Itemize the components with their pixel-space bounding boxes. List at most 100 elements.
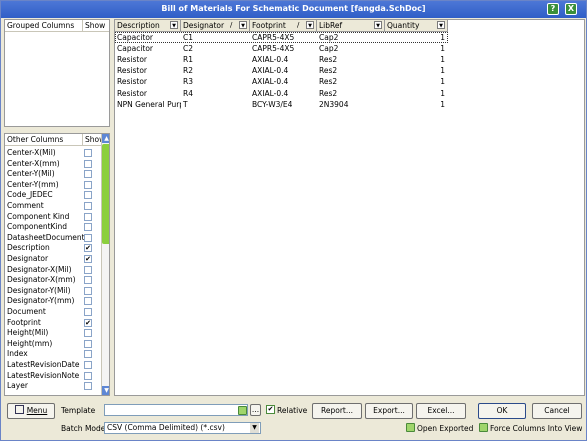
show-checkbox[interactable] (84, 329, 92, 338)
cell-footprint: AXIAL-0.4 (252, 88, 289, 98)
table-row[interactable]: Resistor R4 AXIAL-0.4 Res2 1 (115, 88, 448, 99)
show-checkbox[interactable] (84, 382, 92, 391)
column-item[interactable]: LatestRevisionDate (7, 360, 95, 370)
show-checkbox[interactable] (84, 297, 92, 306)
filter-dropdown-icon[interactable]: ▼ (170, 21, 178, 29)
column-item[interactable]: Center-X(Mil) (7, 148, 95, 158)
show-checkbox[interactable] (84, 233, 92, 242)
template-input[interactable] (104, 404, 248, 416)
column-header-quantity[interactable]: Quantity ▼ (385, 20, 448, 31)
column-item[interactable]: Height(mm) (7, 339, 95, 349)
show-checkbox[interactable] (84, 286, 92, 295)
ok-button[interactable]: OK (478, 403, 526, 419)
table-row[interactable]: Capacitor C2 CAPR5-4X5 Cap2 1 (115, 43, 448, 54)
table-row[interactable]: Resistor R1 AXIAL-0.4 Res2 1 (115, 54, 448, 65)
show-checkbox[interactable] (84, 308, 92, 316)
column-item[interactable]: ComponentKind (7, 222, 95, 232)
table-row[interactable]: Resistor R2 AXIAL-0.4 Res2 1 (115, 65, 448, 76)
header-divider (82, 20, 83, 31)
show-checkbox[interactable] (84, 149, 92, 157)
column-item[interactable]: DatasheetDocument (7, 233, 95, 243)
browse-button[interactable]: ... (250, 404, 261, 416)
column-header-designator[interactable]: Designator / ▼ (181, 20, 250, 31)
excel-button[interactable]: Excel... (416, 403, 466, 419)
column-item[interactable]: Designator-Y(mm) (7, 296, 95, 306)
show-checkbox[interactable] (84, 223, 92, 232)
column-item-label: Height(mm) (7, 338, 53, 348)
table-row[interactable]: Capacitor C1 CAPR5-4X5 Cap2 1 (115, 32, 448, 43)
scroll-up-arrow[interactable]: ▲ (102, 134, 109, 143)
column-item[interactable]: LatestRevisionNote (7, 371, 95, 381)
column-item[interactable]: Layer (7, 381, 95, 391)
show-checkbox[interactable] (84, 191, 92, 200)
cell-description: Resistor (117, 66, 147, 76)
column-item-label: Center-X(Mil) (7, 148, 56, 157)
help-button[interactable]: ? (547, 3, 559, 15)
table-row[interactable]: Resistor R3 AXIAL-0.4 Res2 1 (115, 76, 448, 87)
show-checkbox[interactable]: ✔ (84, 244, 92, 253)
show-checkbox[interactable] (84, 202, 92, 210)
column-item-label: DatasheetDocument (7, 232, 85, 242)
show-checkbox[interactable] (84, 339, 92, 348)
force-columns-checkbox[interactable] (479, 423, 488, 432)
filter-dropdown-icon[interactable]: ▼ (374, 21, 382, 29)
column-item[interactable]: Index (7, 349, 95, 359)
grouped-columns-panel[interactable]: Grouped Columns Show (4, 19, 110, 127)
column-item[interactable]: Center-X(mm) (7, 159, 95, 169)
show-checkbox[interactable] (84, 212, 92, 221)
export-button[interactable]: Export... (365, 403, 413, 419)
close-button[interactable]: X (565, 3, 577, 15)
column-item[interactable]: Component Kind (7, 212, 95, 222)
filter-dropdown-icon[interactable]: ▼ (306, 21, 314, 29)
report-button[interactable]: Report... (312, 403, 362, 419)
column-item[interactable]: Designator-X(Mil) (7, 265, 95, 275)
show-checkbox[interactable] (84, 361, 92, 369)
column-item[interactable]: Center-Y(Mil) (7, 169, 95, 179)
cell-footprint: AXIAL-0.4 (252, 55, 289, 65)
title-bar: Bill of Materials For Schematic Document… (1, 1, 586, 18)
filter-dropdown-icon[interactable]: ▼ (437, 21, 445, 29)
show-checkbox[interactable] (84, 159, 92, 168)
column-item[interactable]: Center-Y(mm) (7, 180, 95, 190)
show-checkbox[interactable] (84, 180, 92, 189)
column-item[interactable]: Document (7, 307, 95, 317)
show-checkbox[interactable] (84, 265, 92, 274)
chevron-down-icon[interactable]: ▼ (250, 423, 259, 433)
other-columns-title: Other Columns (7, 135, 64, 144)
scroll-down-arrow[interactable]: ▼ (102, 386, 109, 395)
cell-designator: R3 (183, 77, 193, 87)
column-item[interactable]: Designator-X(mm) (7, 275, 95, 285)
show-checkbox[interactable]: ✔ (84, 318, 92, 327)
other-columns-scrollbar[interactable]: ▲ ▼ (101, 134, 109, 395)
cell-quantity: 1 (440, 99, 445, 109)
column-item[interactable]: Footprint ✔ (7, 318, 95, 328)
column-item[interactable]: Designator ✔ (7, 254, 95, 264)
column-item[interactable]: Description ✔ (7, 243, 95, 253)
column-header-footprint[interactable]: Footprint / ▼ (250, 20, 317, 31)
column-item-label: Designator-Y(Mil) (7, 285, 71, 295)
cancel-button[interactable]: Cancel (532, 403, 582, 419)
column-header-description[interactable]: Description ▼ (115, 20, 181, 31)
column-item-label: Code_JEDEC (7, 190, 53, 200)
column-item[interactable]: Code_JEDEC (7, 190, 95, 200)
scroll-thumb[interactable] (102, 144, 109, 244)
column-item[interactable]: Height(Mil) (7, 328, 95, 338)
menu-button[interactable]: Menu (7, 403, 55, 419)
column-item[interactable]: Comment (7, 201, 95, 211)
sort-indicator: / (297, 21, 300, 29)
column-header-label: Description (117, 21, 160, 30)
batch-mode-select[interactable]: CSV (Comma Delimited) (*.csv) ▼ (104, 422, 261, 434)
open-exported-checkbox[interactable] (406, 423, 415, 432)
table-row[interactable]: NPN General Purpo:T BCY-W3/E4 2N3904 1 (115, 99, 448, 110)
column-item[interactable]: Designator-Y(Mil) (7, 286, 95, 296)
show-checkbox[interactable] (84, 276, 92, 285)
filter-dropdown-icon[interactable]: ▼ (239, 21, 247, 29)
template-dropdown-icon[interactable] (238, 406, 247, 415)
column-header-libref[interactable]: LibRef ▼ (317, 20, 385, 31)
show-checkbox[interactable] (84, 350, 92, 359)
show-checkbox[interactable] (84, 170, 92, 179)
show-checkbox[interactable]: ✔ (84, 255, 92, 263)
cell-quantity: 1 (440, 66, 445, 76)
relative-checkbox[interactable]: ✔ (266, 405, 275, 414)
show-checkbox[interactable] (84, 371, 92, 380)
